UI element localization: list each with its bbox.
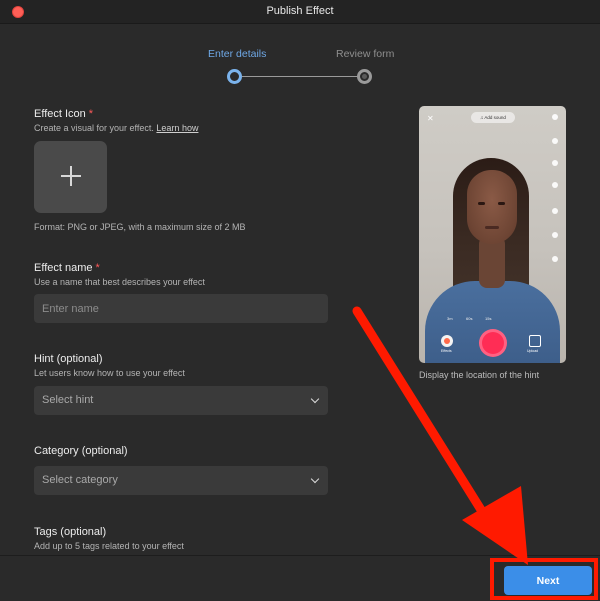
hint-label: Hint (optional): [34, 353, 103, 365]
preview-speed-option: 15s: [485, 316, 492, 321]
stepper-line: [242, 76, 362, 77]
effect-name-label: Effect name *: [34, 262, 100, 274]
step-enter-details-dot: [227, 69, 242, 84]
preview-filters-icon: [550, 180, 560, 190]
effect-name-help: Use a name that best describes your effe…: [34, 277, 205, 287]
chevron-down-icon: [310, 394, 320, 404]
hint-location-preview: ✕ ♫ Add sound 3m 60s 15s Effects Upload: [419, 106, 566, 363]
annotation-highlight-box: [490, 558, 598, 600]
tags-help: Add up to 5 tags related to your effect: [34, 541, 184, 551]
learn-how-link[interactable]: Learn how: [156, 123, 198, 133]
preview-mouth: [485, 226, 499, 229]
preview-add-sound: ♫ Add sound: [471, 112, 515, 123]
title-bar: Publish Effect: [0, 0, 600, 24]
hint-help: Let users know how to use your effect: [34, 368, 185, 378]
annotation-arrow-head: [462, 486, 528, 565]
hint-select-value: Select hint: [42, 394, 94, 406]
step-review-form[interactable]: Review form: [336, 48, 394, 60]
preview-speed-option: 60s: [466, 316, 473, 321]
preview-record-button: [479, 329, 507, 357]
preview-eye: [478, 202, 485, 205]
effect-name-input[interactable]: [34, 294, 328, 323]
preview-effects-label: Effects: [441, 349, 452, 353]
category-select[interactable]: Select category: [34, 466, 328, 495]
icon-format-note: Format: PNG or JPEG, with a maximum size…: [34, 222, 246, 232]
step-review-form-dot: [357, 69, 372, 84]
effect-icon-help: Create a visual for your effect. Learn h…: [34, 123, 199, 133]
preview-flash-icon: [550, 254, 560, 264]
effect-name-field[interactable]: [34, 294, 328, 323]
required-mark: *: [95, 262, 100, 274]
preview-flip-icon: [550, 112, 560, 122]
effect-icon-label: Effect Icon *: [34, 108, 94, 120]
hint-select[interactable]: Select hint: [34, 386, 328, 415]
preview-beauty-icon: [550, 158, 560, 168]
effect-icon-upload[interactable]: [34, 141, 107, 213]
preview-effects-icon: [441, 335, 453, 347]
preview-upload-icon: [529, 335, 541, 347]
progress-stepper: Enter details Review form: [200, 48, 400, 88]
preview-speed-option: 3m: [447, 316, 453, 321]
tags-label: Tags (optional): [34, 526, 107, 538]
step-enter-details[interactable]: Enter details: [208, 48, 266, 60]
required-mark: *: [88, 108, 94, 120]
window-title: Publish Effect: [266, 5, 334, 17]
category-label: Category (optional): [34, 445, 128, 457]
preview-eye: [498, 202, 505, 205]
preview-timer-icon: [550, 206, 560, 216]
preview-mirror-icon: [550, 230, 560, 240]
preview-face: [467, 170, 517, 244]
category-select-value: Select category: [42, 474, 118, 486]
preview-caption: Display the location of the hint: [419, 370, 540, 380]
chevron-down-icon: [310, 474, 320, 484]
preview-upload-label: Upload: [527, 349, 539, 353]
preview-close-icon: ✕: [427, 114, 434, 123]
plus-icon: [60, 165, 82, 187]
preview-speed-icon: [550, 136, 560, 146]
